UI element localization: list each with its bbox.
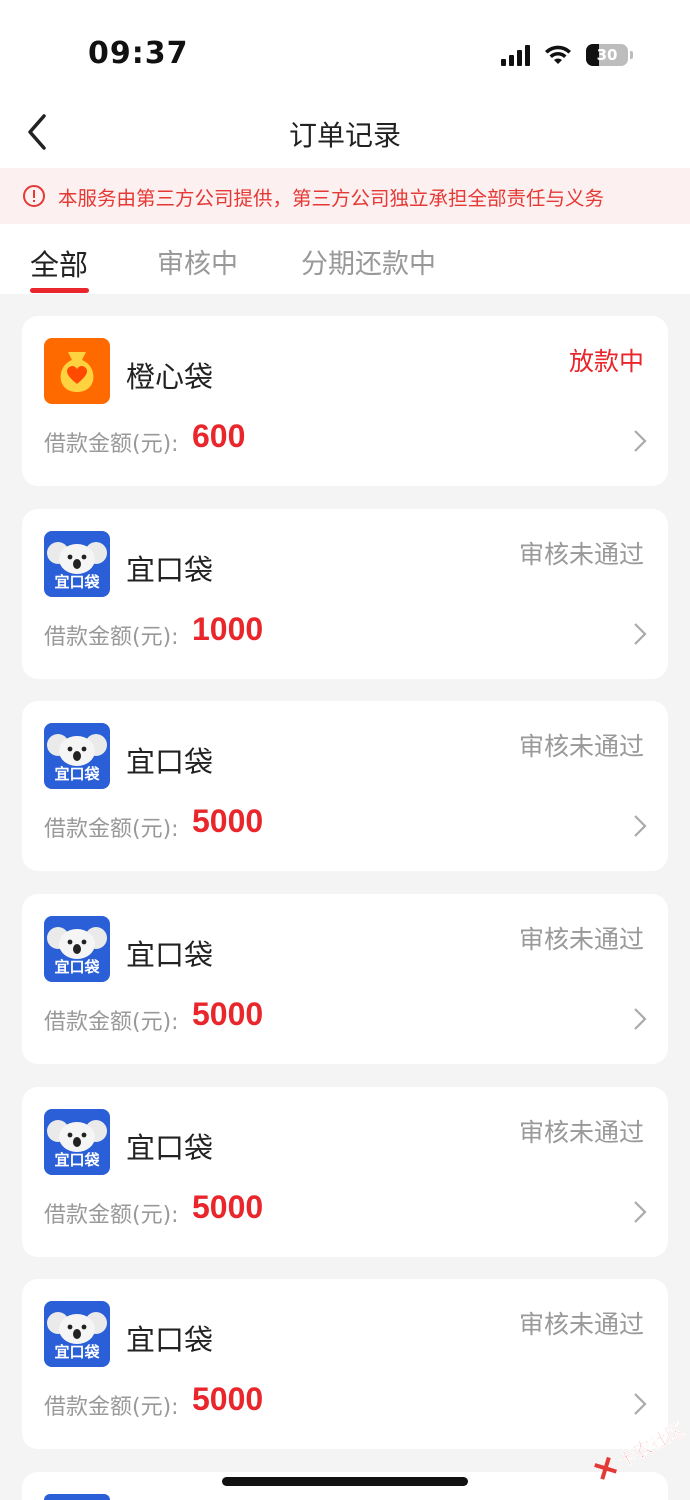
watermark-text: 卡农社区 — [614, 1419, 689, 1472]
tab-installment-repayment[interactable]: 分期还款中 — [301, 242, 436, 281]
logo-text: 宜口袋 — [54, 765, 100, 783]
status-time: 09:37 — [88, 36, 189, 71]
tab-under-review[interactable]: 审核中 — [157, 242, 238, 281]
active-tab-indicator — [30, 288, 89, 293]
status-icons: 30 — [501, 40, 633, 70]
cellular-signal-icon — [501, 44, 530, 66]
loan-amount: 1000 — [192, 611, 264, 647]
amount-label: 借款金额(元): — [44, 625, 179, 650]
koala-logo: 宜口袋 — [44, 916, 110, 982]
chevron-right-icon — [634, 623, 647, 645]
nav-bar: 订单记录 — [0, 100, 690, 168]
alert-circle-icon — [23, 185, 45, 207]
logo-text: 宜口袋 — [54, 1343, 100, 1361]
koala-logo: 宜口袋 — [44, 723, 110, 789]
page-title: 订单记录 — [288, 119, 401, 152]
koala-logo: 宜口袋 — [44, 531, 110, 597]
disclaimer-banner: 本服务由第三方公司提供，第三方公司独立承担全部责任与义务 — [0, 168, 690, 224]
order-status: 放款中 — [568, 347, 644, 376]
lender-name: 宜口袋 — [126, 745, 214, 779]
chevron-right-icon — [634, 815, 647, 837]
order-status: 审核未通过 — [518, 732, 644, 761]
amount-label: 借款金额(元): — [44, 432, 179, 457]
order-card[interactable]: 宜口袋 宜口袋 审核未通过 借款金额(元): 1000 — [22, 509, 668, 679]
chevron-right-icon — [634, 1201, 647, 1223]
order-status: 审核未通过 — [518, 540, 644, 569]
wifi-icon — [545, 45, 571, 64]
orange-bag-logo — [44, 338, 110, 404]
order-tabs: 全部 审核中 分期还款中 — [0, 224, 690, 294]
lender-name: 橙心袋 — [126, 360, 214, 394]
battery-level: 30 — [596, 46, 618, 64]
koala-logo: 宜口袋 — [44, 1109, 110, 1175]
amount-label: 借款金额(元): — [44, 1010, 179, 1035]
lender-name: 宜口袋 — [126, 938, 214, 972]
chevron-right-icon — [634, 1008, 647, 1030]
order-card[interactable]: 宜口袋 宜口袋 审核未通过 借款金额(元): 5000 — [22, 1087, 668, 1257]
lender-name: 宜口袋 — [126, 1323, 214, 1357]
logo-text: 宜口袋 — [54, 958, 100, 976]
loan-amount: 5000 — [192, 996, 264, 1032]
tab-all[interactable]: 全部 — [30, 242, 88, 284]
amount-label: 借款金额(元): — [44, 1203, 179, 1228]
loan-amount: 5000 — [192, 803, 264, 839]
koala-logo — [44, 1494, 110, 1500]
loan-amount: 5000 — [192, 1189, 264, 1225]
chevron-right-icon — [634, 430, 647, 452]
lender-name: 宜口袋 — [126, 1131, 214, 1165]
lender-name: 宜口袋 — [126, 553, 214, 587]
koala-logo: 宜口袋 — [44, 1301, 110, 1367]
order-status: 审核未通过 — [518, 1310, 644, 1339]
order-card[interactable]: 宜口袋 宜口袋 审核未通过 借款金额(元): 5000 — [22, 1279, 668, 1449]
status-bar: 09:37 30 — [0, 0, 690, 100]
loan-amount: 600 — [192, 418, 246, 454]
order-status: 审核未通过 — [518, 1118, 644, 1147]
order-card[interactable]: 宜口袋 宜口袋 审核未通过 借款金额(元): 5000 — [22, 894, 668, 1064]
amount-label: 借款金额(元): — [44, 1395, 179, 1420]
logo-text: 宜口袋 — [54, 1151, 100, 1169]
amount-label: 借款金额(元): — [44, 817, 179, 842]
logo-text: 宜口袋 — [54, 573, 100, 591]
order-status: 审核未通过 — [518, 925, 644, 954]
order-card[interactable]: 宜口袋 宜口袋 审核未通过 借款金额(元): 5000 — [22, 701, 668, 871]
battery-icon: 30 — [586, 44, 633, 66]
disclaimer-text: 本服务由第三方公司提供，第三方公司独立承担全部责任与义务 — [58, 186, 605, 210]
home-indicator[interactable] — [222, 1477, 468, 1486]
order-card[interactable]: 橙心袋 放款中 借款金额(元): 600 — [22, 316, 668, 486]
loan-amount: 5000 — [192, 1381, 264, 1417]
